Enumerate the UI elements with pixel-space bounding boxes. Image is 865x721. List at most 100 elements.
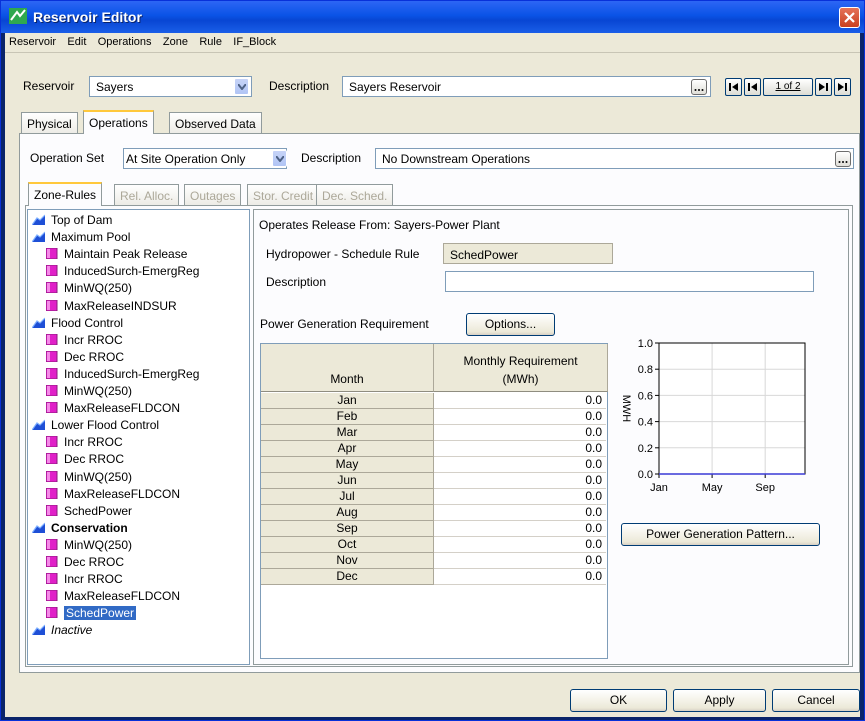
previous-record-button[interactable] xyxy=(744,78,761,96)
options-button[interactable]: Options... xyxy=(466,313,555,336)
menu-operations[interactable]: Operations xyxy=(94,33,156,48)
rule-name-field[interactable]: SchedPower xyxy=(443,243,613,264)
zone-icon xyxy=(32,624,45,636)
tree-rule-dec-rroc[interactable]: Dec RROC xyxy=(28,451,248,467)
tree-rule-minwq-250[interactable]: MinWQ(250) xyxy=(28,280,248,296)
zone-rule-tree[interactable]: Top of Dam Maximum Pool Maintain Peak Rele… xyxy=(27,209,250,665)
rule-description-field[interactable] xyxy=(445,271,814,292)
tree-item-label: Maintain Peak Release xyxy=(64,247,188,262)
tree-item-label: SchedPower xyxy=(64,606,137,621)
title-bar[interactable]: Reservoir Editor xyxy=(1,1,864,33)
next-record-button[interactable] xyxy=(815,78,832,96)
requirement-cell[interactable]: 0.0 xyxy=(434,409,606,425)
tree-rule-dec-rroc[interactable]: Dec RROC xyxy=(28,349,248,365)
tree-rule-dec-rroc[interactable]: Dec RROC xyxy=(28,554,248,570)
tree-rule-inducedsurch-emergreg[interactable]: InducedSurch-EmergReg xyxy=(28,366,248,382)
tree-zone-maximum-pool[interactable]: Maximum Pool xyxy=(28,229,248,245)
operation-set-description-label: Description xyxy=(301,151,362,165)
requirement-cell[interactable]: 0.0 xyxy=(434,553,606,569)
cancel-button[interactable]: Cancel xyxy=(772,689,860,712)
tree-item-label: Flood Control xyxy=(51,315,124,330)
tree-rule-incr-rroc[interactable]: Incr RROC xyxy=(28,571,248,587)
close-window-button[interactable] xyxy=(839,7,860,28)
record-page-indicator[interactable]: 1 of 2 xyxy=(763,78,813,96)
power-generation-requirement-label: Power Generation Requirement xyxy=(260,317,429,331)
rule-icon xyxy=(46,470,58,482)
tree-rule-incr-rroc[interactable]: Incr RROC xyxy=(28,332,248,348)
reservoir-description-edit-button[interactable] xyxy=(691,79,707,95)
requirement-cell[interactable]: 0.0 xyxy=(434,537,606,553)
requirement-cell[interactable]: 0.0 xyxy=(434,425,606,441)
rule-icon xyxy=(46,350,58,362)
tree-rule-minwq-250[interactable]: MinWQ(250) xyxy=(28,469,248,485)
month-cell: Mar xyxy=(261,425,434,441)
requirement-cell[interactable]: 0.0 xyxy=(434,569,606,585)
table-row: Feb 0.0 xyxy=(261,409,607,425)
reservoir-dropdown-button[interactable] xyxy=(234,78,249,95)
table-row: Jun 0.0 xyxy=(261,473,607,489)
operation-set-label: Operation Set xyxy=(30,151,105,165)
tree-rule-schedpower[interactable]: SchedPower xyxy=(28,605,248,621)
table-row: Apr 0.0 xyxy=(261,441,607,457)
tab-zone-rules[interactable]: Zone-Rules xyxy=(28,182,103,206)
tree-rule-inducedsurch-emergreg[interactable]: InducedSurch-EmergReg xyxy=(28,263,248,279)
chart-plot-area xyxy=(658,342,806,475)
reservoir-description-field[interactable]: Sayers Reservoir xyxy=(342,76,711,97)
tab-observed-data[interactable]: Observed Data xyxy=(169,112,262,134)
apply-button[interactable]: Apply xyxy=(673,689,766,712)
tree-rule-schedpower[interactable]: SchedPower xyxy=(28,503,248,519)
table-row: Sep 0.0 xyxy=(261,521,607,537)
first-record-button[interactable] xyxy=(725,78,742,96)
tree-item-label: MinWQ(250) xyxy=(64,469,133,484)
tree-item-label: Incr RROC xyxy=(64,435,123,450)
tree-item-label: SchedPower xyxy=(64,503,133,518)
tree-item-label: InducedSurch-EmergReg xyxy=(64,264,200,279)
chart-y-tick-label: 1.0 xyxy=(638,338,653,350)
requirement-cell[interactable]: 0.0 xyxy=(434,441,606,457)
tree-zone-inactive[interactable]: Inactive xyxy=(28,622,248,638)
tab-physical[interactable]: Physical xyxy=(21,112,78,134)
month-cell: Dec xyxy=(261,569,434,585)
month-cell: Oct xyxy=(261,537,434,553)
requirement-cell[interactable]: 0.0 xyxy=(434,521,606,537)
tab-stor-credit: Stor. Credit xyxy=(247,184,320,206)
column-header-month[interactable]: Month xyxy=(261,344,434,392)
menu-rule[interactable]: Rule xyxy=(195,33,226,48)
tree-rule-maxreleaseindsur[interactable]: MaxReleaseINDSUR xyxy=(28,298,248,314)
tree-zone-top-of-dam[interactable]: Top of Dam xyxy=(28,212,248,228)
tab-operations[interactable]: Operations xyxy=(83,110,154,134)
operation-set-dropdown-button[interactable] xyxy=(272,150,287,167)
tree-zone-conservation[interactable]: Conservation xyxy=(28,520,248,536)
last-record-button[interactable] xyxy=(834,78,851,96)
column-header-requirement[interactable]: Monthly Requirement (MWh) xyxy=(434,344,608,392)
month-cell: Jan xyxy=(261,393,434,409)
tree-rule-minwq-250[interactable]: MinWQ(250) xyxy=(28,383,248,399)
tree-rule-maintain-peak-release[interactable]: Maintain Peak Release xyxy=(28,246,248,262)
requirement-cell[interactable]: 0.0 xyxy=(434,393,606,409)
tree-rule-maxreleasefldcon[interactable]: MaxReleaseFLDCON xyxy=(28,588,248,604)
tree-zone-flood-control[interactable]: Flood Control xyxy=(28,315,248,331)
operation-set-value: At Site Operation Only xyxy=(126,152,246,166)
operation-set-select[interactable]: At Site Operation Only xyxy=(123,148,287,169)
ok-button[interactable]: OK xyxy=(570,689,667,712)
power-generation-pattern-button[interactable]: Power Generation Pattern... xyxy=(621,523,820,546)
tree-zone-lower-flood-control[interactable]: Lower Flood Control xyxy=(28,417,248,433)
tree-rule-incr-rroc[interactable]: Incr RROC xyxy=(28,434,248,450)
menu-zone[interactable]: Zone xyxy=(159,33,192,48)
requirement-cell[interactable]: 0.0 xyxy=(434,505,606,521)
menu-if-block[interactable]: IF_Block xyxy=(229,33,280,48)
operation-set-description-edit-button[interactable] xyxy=(835,151,851,167)
tree-rule-minwq-250[interactable]: MinWQ(250) xyxy=(28,537,248,553)
tree-item-label: MinWQ(250) xyxy=(64,537,133,552)
tree-rule-maxreleasefldcon[interactable]: MaxReleaseFLDCON xyxy=(28,486,248,502)
requirement-cell[interactable]: 0.0 xyxy=(434,457,606,473)
menu-reservoir[interactable]: Reservoir xyxy=(5,33,60,48)
tree-rule-maxreleasefldcon[interactable]: MaxReleaseFLDCON xyxy=(28,400,248,416)
requirement-cell[interactable]: 0.0 xyxy=(434,473,606,489)
requirement-cell[interactable]: 0.0 xyxy=(434,489,606,505)
reservoir-select[interactable]: Sayers xyxy=(89,76,252,97)
operation-set-description-field[interactable]: No Downstream Operations xyxy=(375,148,854,169)
menu-edit[interactable]: Edit xyxy=(63,33,90,48)
rule-icon xyxy=(46,367,58,379)
reservoir-editor-window: Reservoir Editor Reservoir Edit Operatio… xyxy=(0,0,865,721)
